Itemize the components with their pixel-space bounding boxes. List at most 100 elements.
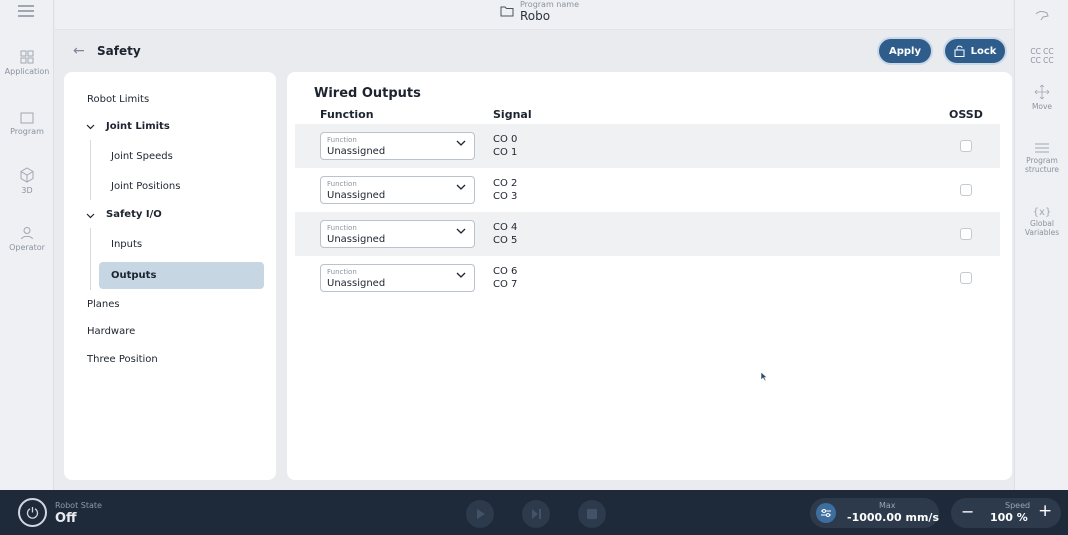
- hand-icon: [1035, 11, 1049, 21]
- chevron-down-icon: [456, 140, 466, 146]
- program-name-display[interactable]: Program name Robo: [500, 0, 579, 23]
- nav-safety-io[interactable]: Safety I/O: [106, 209, 162, 220]
- column-header-ossd: OSSD: [949, 108, 983, 121]
- rail-item-global-variables[interactable]: {x} Global Variables: [1015, 207, 1068, 238]
- play-icon: [477, 509, 485, 519]
- speed-value: 100 %: [990, 511, 1028, 524]
- nav-joint-speeds[interactable]: Joint Speeds: [111, 151, 173, 162]
- table-row: Function Unassigned CO 2 CO 3: [295, 168, 1000, 212]
- stop-button[interactable]: [578, 500, 606, 528]
- back-arrow-icon[interactable]: ←: [73, 43, 85, 59]
- rail-label-3d: 3D: [21, 186, 33, 195]
- wired-outputs-panel: Wired Outputs Function Signal OSSD Funct…: [287, 72, 1012, 480]
- bottom-bar: Robot State Off Max -1000.00 mm/s − Spee…: [0, 490, 1068, 535]
- lock-icon: [954, 45, 965, 57]
- page-header: ← Safety Apply Lock: [55, 30, 1013, 72]
- ossd-checkbox[interactable]: [960, 184, 972, 196]
- rail-item-program-structure[interactable]: Program structure: [1015, 142, 1068, 174]
- rail-label-move: Move: [1031, 102, 1053, 111]
- function-select-label: Function: [327, 180, 357, 188]
- rail-label-global-variables: Global Variables: [1024, 219, 1060, 237]
- power-icon: [26, 507, 39, 519]
- rail-item-program[interactable]: Program: [0, 112, 54, 136]
- nav-joint-limits[interactable]: Joint Limits: [106, 121, 170, 132]
- function-select-value: Unassigned: [327, 234, 386, 245]
- ossd-checkbox[interactable]: [960, 272, 972, 284]
- nav-robot-limits[interactable]: Robot Limits: [87, 94, 149, 105]
- nav-hardware[interactable]: Hardware: [87, 326, 135, 337]
- page-title: Safety: [97, 44, 141, 58]
- signal-cell: CO 6 CO 7: [493, 265, 517, 291]
- power-button[interactable]: [18, 498, 47, 527]
- right-rail: CC CC CC CC Move Program structure {x} G…: [1014, 0, 1068, 490]
- operator-icon: [21, 227, 33, 240]
- rail-item-hand[interactable]: [1015, 8, 1068, 24]
- nav-joint-positions[interactable]: Joint Positions: [111, 181, 180, 192]
- max-speed-control[interactable]: Max -1000.00 mm/s: [810, 498, 939, 528]
- signal-b: CO 3: [493, 191, 518, 202]
- signal-b: CO 5: [493, 235, 518, 246]
- apply-button[interactable]: Apply: [877, 37, 933, 65]
- function-select-label: Function: [327, 136, 357, 144]
- program-name-label: Program name: [520, 0, 579, 9]
- play-button[interactable]: [466, 500, 494, 528]
- max-label: Max: [879, 501, 896, 510]
- signal-a: CO 0: [493, 134, 518, 145]
- chevron-down-icon: [456, 228, 466, 234]
- nav-tree-line: [90, 140, 91, 200]
- left-rail: Application Program 3D Operator: [0, 0, 54, 490]
- rail-item-3d[interactable]: 3D: [0, 167, 54, 195]
- column-header-signal: Signal: [493, 108, 532, 121]
- mouse-cursor-icon: [760, 371, 768, 382]
- rail-item-cc[interactable]: CC CC CC CC: [1015, 38, 1068, 65]
- panel-title: Wired Outputs: [314, 86, 421, 101]
- program-name-value: Robo: [520, 9, 551, 23]
- function-select-value: Unassigned: [327, 146, 386, 157]
- rail-label-program: Program: [10, 127, 44, 136]
- rail-label-operator: Operator: [9, 243, 45, 252]
- chevron-down-icon[interactable]: [86, 124, 95, 130]
- table-row: Function Unassigned CO 6 CO 7: [295, 256, 1000, 300]
- variables-icon: {x}: [1032, 207, 1052, 218]
- safety-nav-panel: Robot Limits Joint Limits Joint Speeds J…: [64, 72, 276, 480]
- chevron-down-icon[interactable]: [86, 213, 95, 219]
- speed-decrease-button[interactable]: −: [961, 503, 974, 521]
- nav-planes[interactable]: Planes: [87, 299, 120, 310]
- nav-outputs[interactable]: Outputs: [111, 270, 156, 281]
- ossd-checkbox[interactable]: [960, 140, 972, 152]
- rail-item-move[interactable]: Move: [1015, 84, 1068, 111]
- function-select[interactable]: Function Unassigned: [320, 264, 475, 292]
- rail-item-application[interactable]: Application: [0, 50, 54, 76]
- function-select[interactable]: Function Unassigned: [320, 220, 475, 248]
- signal-a: CO 6: [493, 266, 518, 277]
- nav-inputs[interactable]: Inputs: [111, 239, 142, 250]
- signal-a: CO 4: [493, 222, 518, 233]
- lock-button-label: Lock: [970, 45, 997, 57]
- function-select[interactable]: Function Unassigned: [320, 176, 475, 204]
- function-select[interactable]: Function Unassigned: [320, 132, 475, 160]
- function-select-value: Unassigned: [327, 278, 386, 289]
- speed-control: − Speed 100 % +: [951, 498, 1061, 528]
- hamburger-menu-icon[interactable]: [18, 5, 34, 17]
- signal-a: CO 2: [493, 178, 518, 189]
- stop-icon: [587, 509, 597, 519]
- speed-increase-button[interactable]: +: [1038, 502, 1052, 520]
- program-icon: [20, 112, 34, 124]
- signal-b: CO 7: [493, 279, 518, 290]
- cc-icon-label: CC CC CC CC: [1030, 47, 1054, 65]
- nav-tree-line: [90, 228, 91, 290]
- adjust-icon: [816, 503, 836, 523]
- rail-item-operator[interactable]: Operator: [0, 226, 54, 252]
- function-select-value: Unassigned: [327, 190, 386, 201]
- step-button[interactable]: [522, 500, 550, 528]
- lock-button[interactable]: Lock: [943, 37, 1007, 65]
- nav-three-position[interactable]: Three Position: [87, 354, 158, 365]
- robot-state-label: Robot State: [55, 501, 102, 510]
- table-row: Function Unassigned CO 4 CO 5: [295, 212, 1000, 256]
- step-forward-icon: [532, 509, 541, 519]
- ossd-checkbox[interactable]: [960, 228, 972, 240]
- function-select-label: Function: [327, 224, 357, 232]
- application-grid-icon: [20, 50, 34, 64]
- signal-b: CO 1: [493, 147, 518, 158]
- move-icon: [1034, 84, 1050, 100]
